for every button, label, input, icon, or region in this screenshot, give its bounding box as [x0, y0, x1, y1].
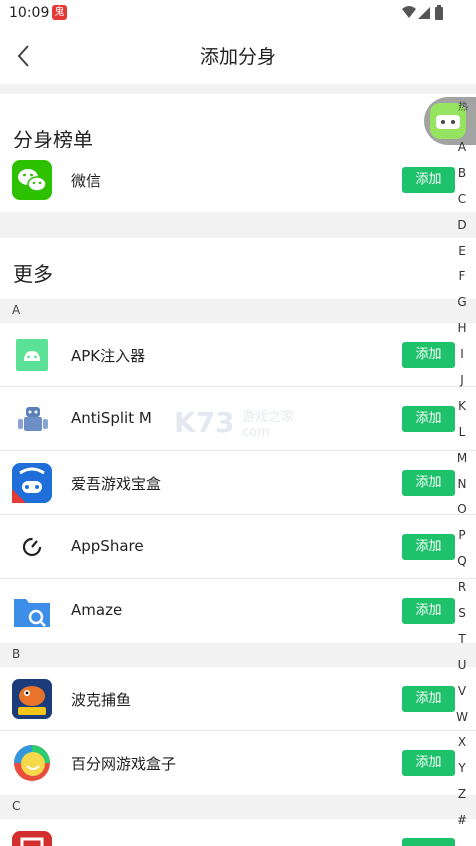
ranking-section: 分身榜单 微信 添加	[0, 94, 476, 212]
wifi-icon	[402, 6, 416, 18]
letter-label: B	[12, 647, 21, 661]
antisplit-robot-icon	[18, 407, 48, 431]
alphabet-index-letter[interactable]: C	[454, 189, 470, 215]
alphabet-index-letter[interactable]: H	[454, 318, 470, 344]
alphabet-index-letter[interactable]: N	[454, 474, 470, 500]
add-button-partial[interactable]	[402, 838, 455, 846]
status-time: 10:09	[9, 5, 50, 21]
app-row-partial[interactable]	[0, 819, 476, 846]
appshare-icon	[22, 537, 42, 557]
app-name: AppShare	[71, 537, 144, 555]
alphabet-index-letter[interactable]: X	[454, 732, 470, 758]
alphabet-index[interactable]: A B C D E F G H I J K L M N O P Q R S T U V W X Y Z #	[454, 137, 470, 836]
status-icons	[402, 5, 443, 20]
app-row-baifen-box[interactable]: 百分网游戏盒子 添加	[0, 731, 476, 795]
app-row-wechat[interactable]: 微信 添加	[0, 148, 476, 212]
alphabet-index-letter[interactable]: P	[454, 525, 470, 551]
letter-label: C	[12, 799, 21, 813]
add-button[interactable]: 添加	[402, 470, 455, 496]
add-button[interactable]: 添加	[402, 406, 455, 432]
app-name: Amaze	[71, 601, 123, 619]
app-name: 波克捕鱼	[71, 691, 132, 709]
smiley-game-icon	[14, 745, 50, 781]
app-name: 百分网游戏盒子	[71, 755, 177, 773]
app-name: 微信	[71, 172, 102, 190]
gamepad-box-icon	[12, 463, 52, 503]
status-bar: 10:09 鬼	[0, 0, 476, 26]
letter-header-c: C	[0, 795, 476, 819]
folder-search-icon	[14, 599, 50, 627]
wechat-icon	[12, 160, 52, 200]
letter-label: A	[12, 303, 21, 317]
fishing-game-icon	[12, 679, 52, 719]
app-name: 爱吾游戏宝盒	[71, 475, 162, 493]
alphabet-index-letter[interactable]: Q	[454, 551, 470, 577]
more-section: 更多	[0, 238, 476, 299]
letter-header-b: B	[0, 643, 476, 667]
alphabet-index-letter[interactable]: S	[454, 603, 470, 629]
alphabet-index-letter[interactable]: #	[454, 810, 470, 836]
app-name: APK注入器	[71, 347, 146, 365]
letter-header-a: A	[0, 299, 476, 323]
app-name: AntiSplit M	[71, 409, 152, 427]
add-button[interactable]: 添加	[402, 167, 455, 193]
alphabet-index-letter[interactable]: O	[454, 499, 470, 525]
app-row-aiwu-box[interactable]: 爱吾游戏宝盒 添加	[0, 451, 476, 515]
alphabet-index-letter[interactable]: V	[454, 681, 470, 707]
notification-app-icon: 鬼	[52, 5, 67, 20]
alphabet-index-letter[interactable]: B	[454, 163, 470, 189]
app-row-appshare[interactable]: AppShare 添加	[0, 515, 476, 579]
add-button[interactable]: 添加	[402, 534, 455, 560]
alphabet-index-letter[interactable]: J	[454, 370, 470, 396]
app-row-boke-fishing[interactable]: 波克捕鱼 添加	[0, 667, 476, 731]
watermark-domain: .com	[238, 425, 270, 440]
alphabet-index-letter[interactable]: U	[454, 655, 470, 681]
add-button[interactable]: 添加	[402, 686, 455, 712]
battery-icon	[435, 7, 443, 20]
android-icon	[16, 339, 48, 371]
alphabet-index-letter[interactable]: D	[454, 215, 470, 241]
page-title: 添加分身	[199, 46, 276, 68]
alphabet-index-letter[interactable]: I	[454, 344, 470, 370]
alphabet-index-letter[interactable]: Y	[454, 758, 470, 784]
alphabet-index-letter[interactable]: K	[454, 396, 470, 422]
app-icon-partial	[12, 831, 52, 846]
add-button[interactable]: 添加	[402, 750, 455, 776]
alphabet-index-letter[interactable]: A	[454, 137, 470, 163]
add-button[interactable]: 添加	[402, 342, 455, 368]
watermark-brand: K73	[174, 406, 235, 439]
alphabet-index-letter[interactable]: M	[454, 448, 470, 474]
alphabet-index-letter[interactable]: W	[454, 707, 470, 733]
app-row-apk-injector[interactable]: APK注入器 添加	[0, 323, 476, 387]
watermark-text: 游戏之家	[242, 409, 294, 425]
alphabet-index-letter[interactable]: Z	[454, 784, 470, 810]
alphabet-index-letter[interactable]: T	[454, 629, 470, 655]
app-row-amaze[interactable]: Amaze 添加	[0, 579, 476, 643]
k73-watermark: K73 游戏之家 .com	[174, 406, 294, 440]
title-bar: 添加分身	[0, 26, 476, 84]
alphabet-index-letter[interactable]: R	[454, 577, 470, 603]
signal-icon	[418, 7, 430, 19]
alphabet-index-letter[interactable]: F	[454, 266, 470, 292]
add-button[interactable]: 添加	[402, 598, 455, 624]
alphabet-index-letter[interactable]: G	[454, 292, 470, 318]
alphabet-index-letter[interactable]: E	[454, 241, 470, 267]
alphabet-index-letter[interactable]: L	[454, 422, 470, 448]
bubble-label: 热	[458, 100, 468, 113]
more-heading: 更多	[13, 262, 53, 286]
